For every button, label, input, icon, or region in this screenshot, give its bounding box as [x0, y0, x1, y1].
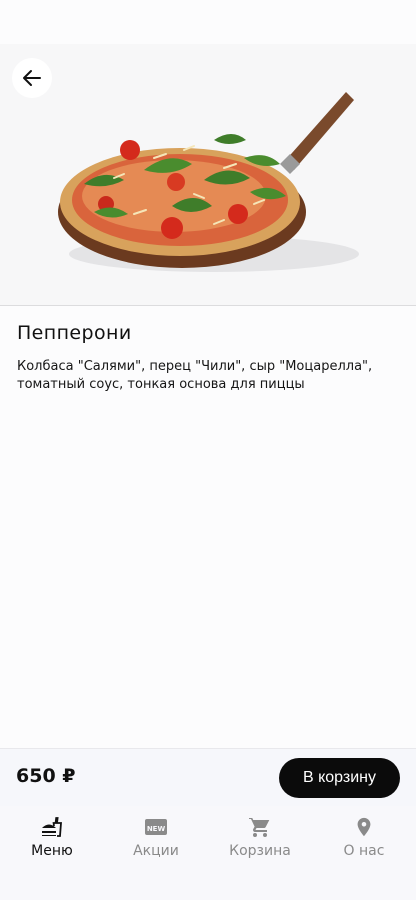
pizza-image	[58, 92, 359, 272]
new-badge-icon: NEW	[143, 814, 169, 840]
nav-item-cart[interactable]: Корзина	[208, 806, 312, 900]
nav-item-about[interactable]: О нас	[312, 806, 416, 900]
status-bar	[0, 0, 416, 44]
nav-label-about: О нас	[343, 843, 385, 859]
nav-item-menu[interactable]: Меню	[0, 806, 104, 900]
svg-text:NEW: NEW	[147, 825, 166, 833]
nav-label-menu: Меню	[31, 843, 73, 859]
product-price: 650 ₽	[16, 765, 76, 787]
nav-label-promotions: Акции	[133, 843, 179, 859]
cart-icon	[247, 814, 273, 840]
fastfood-icon	[39, 814, 65, 840]
nav-label-cart: Корзина	[229, 843, 291, 859]
bottom-navigation: Меню NEW Акции Корзина О нас	[0, 806, 416, 900]
product-title: Пепперони	[17, 322, 132, 344]
arrow-left-icon	[23, 70, 41, 86]
location-pin-icon	[351, 814, 377, 840]
nav-item-promotions[interactable]: NEW Акции	[104, 806, 208, 900]
purchase-bar: 650 ₽ В корзину	[0, 748, 416, 806]
product-description: Колбаса "Салями", перец "Чили", сыр "Моц…	[17, 359, 373, 392]
add-to-cart-button[interactable]: В корзину	[279, 758, 400, 798]
back-button[interactable]	[12, 58, 52, 98]
product-image-area	[0, 44, 416, 306]
